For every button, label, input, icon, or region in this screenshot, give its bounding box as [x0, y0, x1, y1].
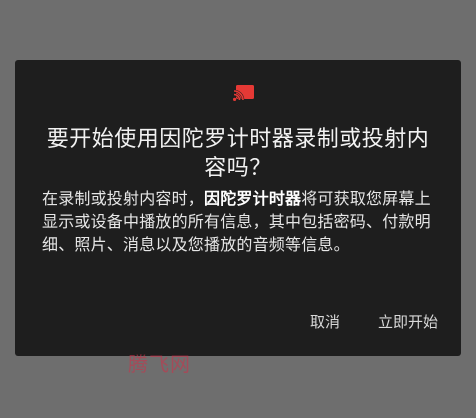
screen-capture-permission-dialog: 要开始使用因陀罗计时器录制或投射内容吗？ 在录制或投射内容时，因陀罗计时器将可获…: [15, 60, 461, 356]
message-app-name: 因陀罗计时器: [204, 189, 302, 208]
watermark: 腾飞网: [128, 352, 191, 376]
dialog-message: 在录制或投射内容时，因陀罗计时器将可获取您屏幕上显示或设备中播放的所有信息，其中…: [42, 187, 438, 256]
cancel-button[interactable]: 取消: [300, 311, 350, 332]
cast-screen-icon: [233, 85, 254, 101]
dialog-title: 要开始使用因陀罗计时器录制或投射内容吗？: [46, 127, 430, 181]
dialog-actions: 取消 立即开始: [300, 310, 448, 332]
start-now-button[interactable]: 立即开始: [368, 311, 448, 332]
message-text-part1: 在录制或投射内容时，: [42, 189, 205, 208]
